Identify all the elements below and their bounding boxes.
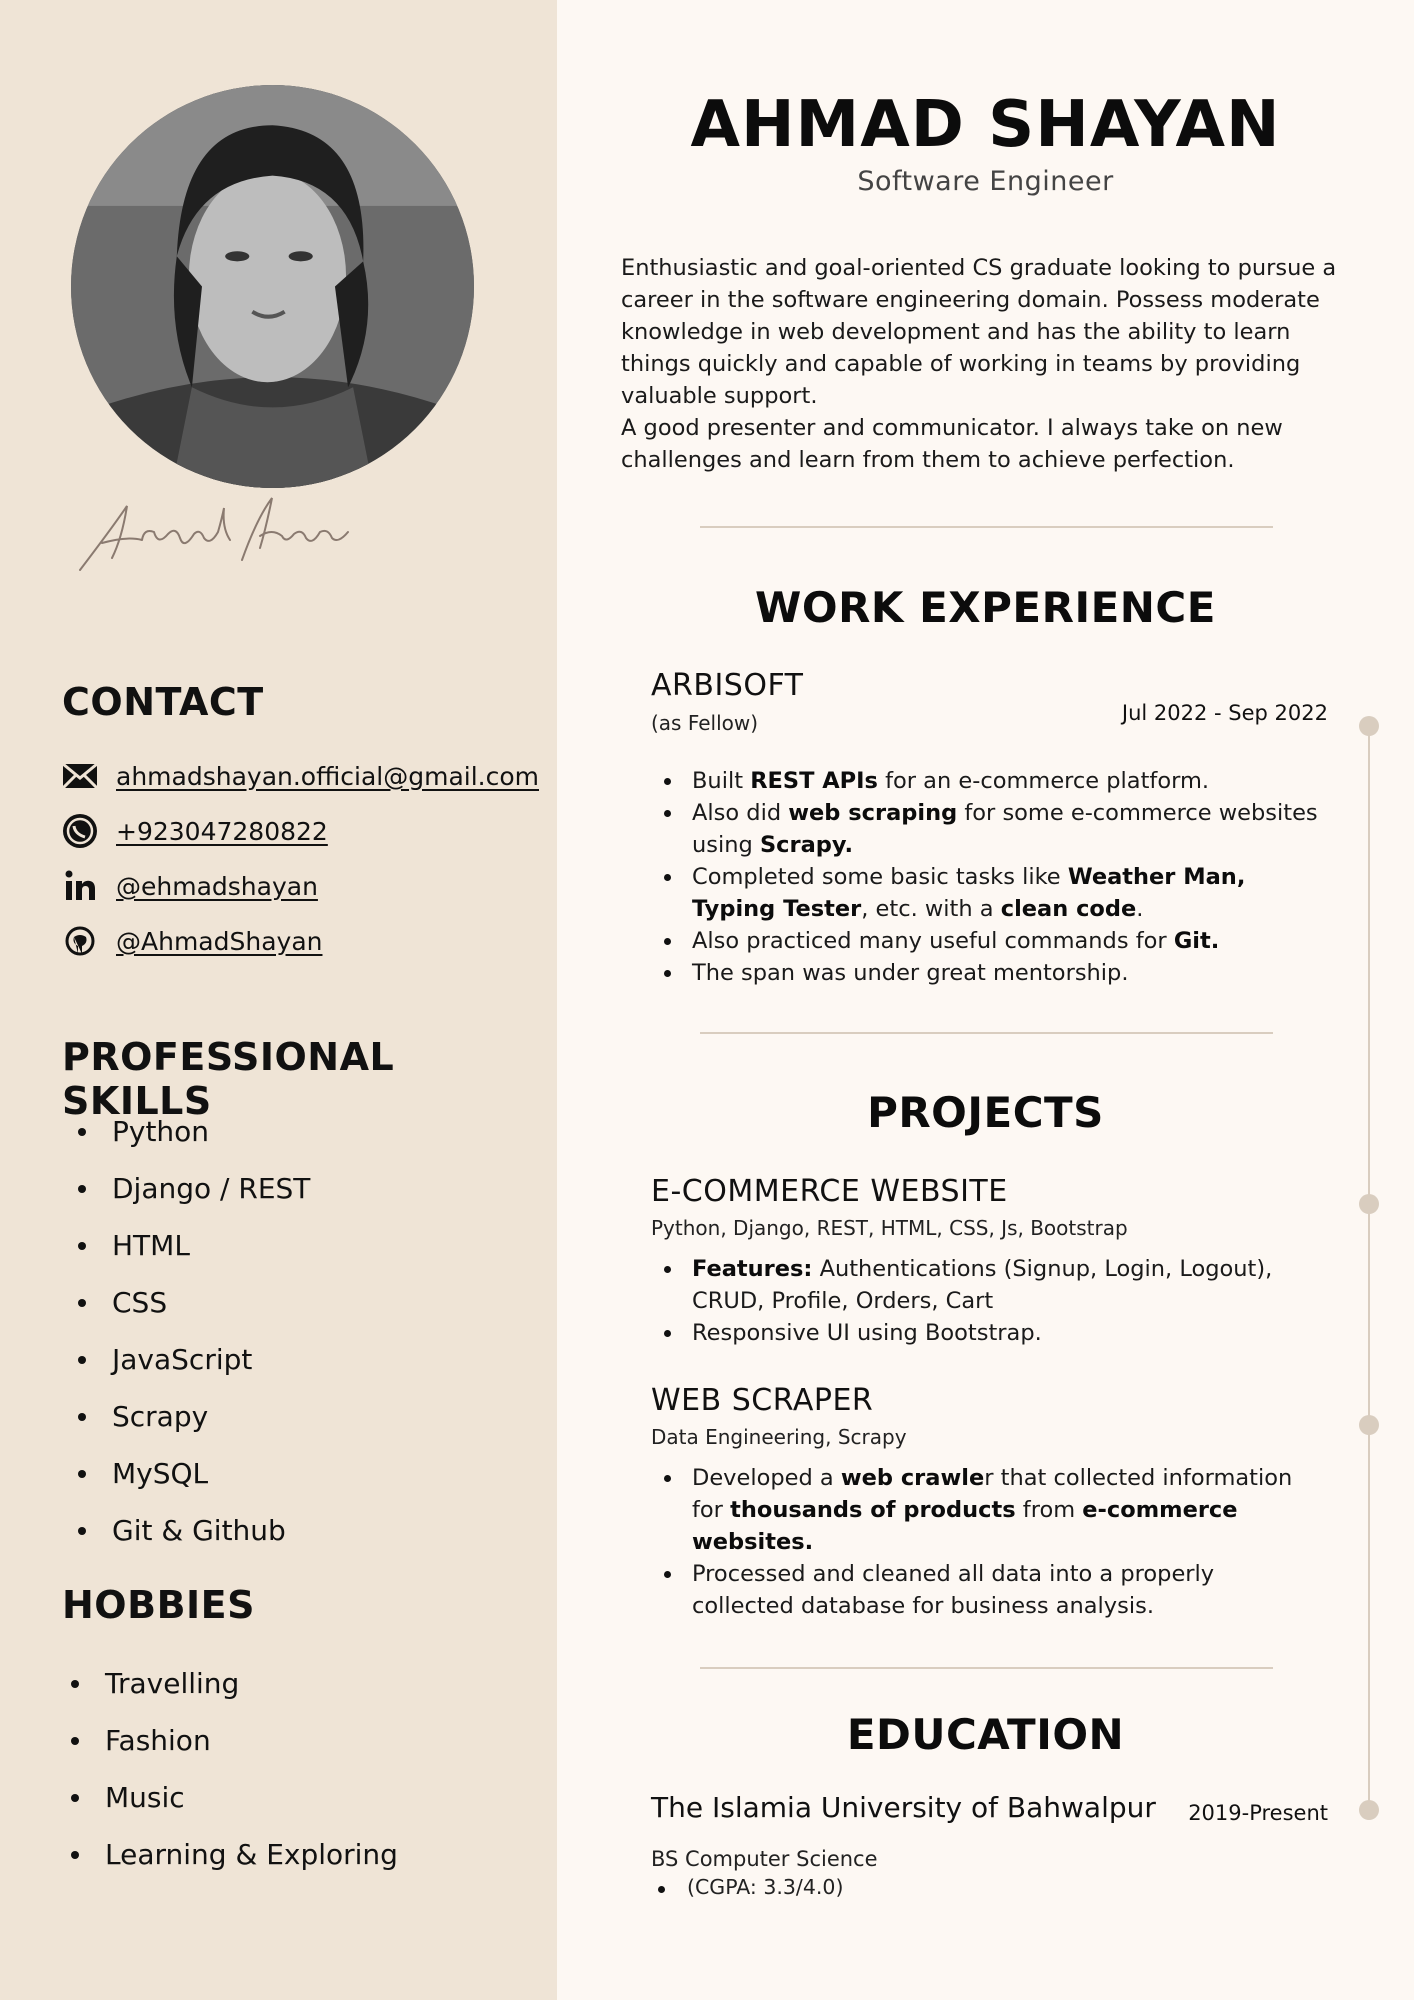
bullet-text: Also practiced many useful commands for [692,928,1174,954]
project-title: E-COMMERCE WEBSITE [651,1174,1008,1209]
contact-linkedin[interactable]: @ehmadshayan [60,866,318,906]
profile-photo [71,85,474,488]
timeline-dot [1359,1800,1379,1820]
list-item: HTML [78,1217,310,1274]
list-item: The span was under great mentorship. [662,957,1322,989]
list-item: Also did web scraping for some e-commerc… [662,797,1322,861]
list-item: Git & Github [78,1502,310,1559]
list-item: Processed and cleaned all data into a pr… [662,1558,1322,1622]
emphasis-text: thousands of products [730,1497,1016,1523]
bullet-text: Processed and cleaned all data into a pr… [692,1561,1215,1619]
job-position: (as Fellow) [651,711,759,735]
project-tech: Data Engineering, Scrapy [651,1425,907,1449]
linkedin-link[interactable]: @ehmadshayan [116,872,318,901]
bullet-text: Built [692,768,751,794]
sidebar: CONTACT ahmadshayan.official@gmail.com +… [0,0,557,2000]
project-bullets: Developed a web crawler that collected i… [662,1462,1322,1622]
list-item: Python [78,1103,310,1160]
emphasis-text: Scrapy. [759,832,854,858]
project-title: WEB SCRAPER [651,1383,874,1418]
list-item: Responsive UI using Bootstrap. [662,1317,1322,1349]
bullet-text: Also did [692,800,789,826]
emphasis-text: web crawle [840,1465,985,1491]
list-item: Built REST APIs for an e-commerce platfo… [662,765,1322,797]
school-name: The Islamia University of Bahwalpur [651,1791,1156,1824]
education-years: 2019-Present [1188,1801,1328,1825]
list-item: Completed some basic tasks like Weather … [662,861,1322,925]
bullet-text: , etc. with a [861,896,1001,922]
bullet-text: from [1015,1497,1083,1523]
list-item: Developed a web crawler that collected i… [662,1462,1322,1558]
list-item: Travelling [71,1655,398,1712]
list-item: MySQL [78,1445,310,1502]
github-icon [60,921,100,961]
email-link[interactable]: ahmadshayan.official@gmail.com [116,762,539,791]
divider [700,1032,1273,1034]
list-item: CSS [78,1274,310,1331]
project-tech: Python, Django, REST, HTML, CSS, Js, Boo… [651,1216,1128,1240]
company-name: ARBISOFT [651,668,804,703]
bullet-text: The span was under great mentorship. [692,960,1129,986]
whatsapp-icon [60,811,100,851]
divider [700,1667,1273,1669]
signature [79,497,349,571]
work-bullets: Built REST APIs for an e-commerce platfo… [662,765,1322,989]
linkedin-icon [60,866,100,906]
list-item: Scrapy [78,1388,310,1445]
job-role: Software Engineer [857,166,1114,197]
github-link[interactable]: @AhmadShayan [116,927,322,956]
summary-paragraph: A good presenter and communicator. I alw… [621,415,1283,473]
education-details: (CGPA: 3.3/4.0) [656,1875,843,1899]
hobbies-list: Travelling Fashion Music Learning & Expl… [71,1655,398,1883]
degree: BS Computer Science [651,1847,878,1871]
projects-heading: PROJECTS [867,1088,1104,1137]
work-dates: Jul 2022 - Sep 2022 [1121,701,1328,725]
divider [700,526,1273,528]
bullet-text: Responsive UI using Bootstrap. [692,1320,1042,1346]
hobbies-heading: HOBBIES [62,1583,255,1627]
list-item: Also practiced many useful commands for … [662,925,1322,957]
emphasis-text: Git. [1173,928,1220,954]
envelope-icon [60,756,100,796]
phone-link[interactable]: +923047280822 [116,817,328,846]
emphasis-text: clean code [1000,896,1137,922]
page-title: AHMAD SHAYAN [690,88,1281,162]
timeline-line [1368,726,1370,1810]
skills-list: Python Django / REST HTML CSS JavaScript… [78,1103,310,1559]
list-item: Learning & Exploring [71,1826,398,1883]
summary: Enthusiastic and goal-oriented CS gradua… [621,252,1341,476]
contact-phone[interactable]: +923047280822 [60,811,328,851]
list-item: Features: Authentications (Signup, Login… [662,1253,1322,1317]
contact-heading: CONTACT [62,680,264,724]
project-bullets: Features: Authentications (Signup, Login… [662,1253,1322,1349]
summary-paragraph: Enthusiastic and goal-oriented CS gradua… [621,255,1337,409]
bullet-text: for an e-commerce platform. [877,768,1210,794]
bullet-text: Completed some basic tasks like [692,864,1068,890]
portrait-image [71,85,474,488]
timeline-dot [1359,716,1379,736]
list-item: (CGPA: 3.3/4.0) [656,1875,843,1899]
contact-github[interactable]: @AhmadShayan [60,921,322,961]
list-item: Django / REST [78,1160,310,1217]
emphasis-text: Features: [692,1256,813,1282]
emphasis-text: web scraping [788,800,958,826]
bullet-text: Developed a [692,1465,841,1491]
list-item: JavaScript [78,1331,310,1388]
contact-email[interactable]: ahmadshayan.official@gmail.com [60,756,539,796]
list-item: Music [71,1769,398,1826]
emphasis-text: REST APIs [750,768,878,794]
education-heading: EDUCATION [846,1710,1125,1759]
timeline-dot [1359,1194,1379,1214]
list-item: Fashion [71,1712,398,1769]
timeline-dot [1359,1415,1379,1435]
work-heading: WORK EXPERIENCE [755,583,1216,632]
bullet-text: . [1136,896,1144,922]
